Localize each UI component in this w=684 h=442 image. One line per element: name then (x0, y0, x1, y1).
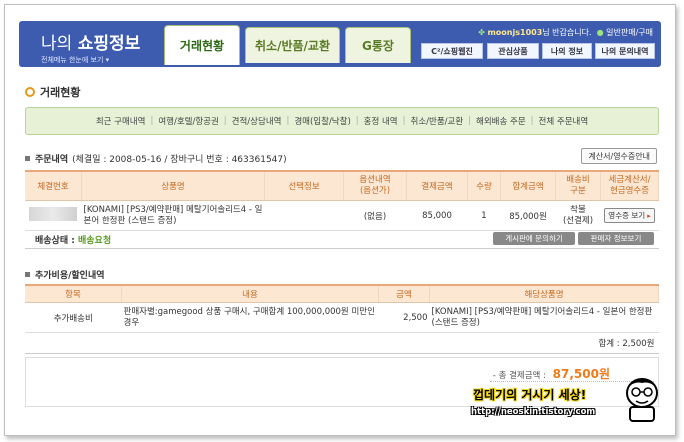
cat-all-orders[interactable]: 전체 주문내역 (539, 115, 589, 127)
member-grade: 일반판매/구매 (606, 28, 653, 37)
col-header: 세금계산서/ 현금영수증 (600, 170, 659, 201)
shipping-status-label: 배송상태 : (35, 236, 75, 246)
user-icon: ✤ (478, 28, 485, 37)
total-label: - 총 결제금액 : (492, 371, 546, 381)
col-header: 결제금액 (406, 170, 468, 201)
order-table: 체결번호 상품명 선택정보 옵션내역 (옵션가) 결제금액 수량 합계금액 배송… (25, 170, 659, 231)
option-value: (없음) (343, 200, 407, 231)
cat-travel[interactable]: 여행/호텔/항공권 (158, 115, 218, 127)
col-header: 상품명 (81, 170, 265, 201)
order-number-redacted (25, 200, 82, 231)
cat-auction[interactable]: 경매(입찰/낙찰) (294, 115, 350, 127)
col-header: 내용 (121, 284, 379, 303)
seller-info-button[interactable]: 판매자 정보보기 (578, 232, 654, 245)
section-title: 거래현황 (25, 84, 80, 100)
subnav-webzine[interactable]: C²/쇼핑웹진 (421, 43, 483, 59)
section-title-text: 거래현황 (40, 86, 81, 99)
extra-item: 추가배송비 (25, 302, 122, 333)
user-greeting: ✤ moonjs1003님 반갑습니다. ● 일반판매/구매 (478, 27, 653, 38)
order-meta: (체결일 : 2008-05-16 / 장바구니 번호 : 463361547) (72, 155, 287, 165)
receipt-cell: 영수증 보기 ▸ (600, 200, 659, 231)
cat-quote[interactable]: 견적/상담내역 (232, 115, 282, 127)
qty-value: 1 (467, 200, 501, 231)
shipping-status: 배송상태 : 배송요청 (35, 233, 111, 246)
price-value: 85,000 (406, 200, 468, 231)
view-receipt-label: 영수증 보기 (608, 211, 646, 220)
extra-title-text: 추가비용/할인내역 (35, 271, 105, 281)
product-name-link[interactable]: [KONAMI] [PS3/예약판매] 메탈기어솔리드4 - 일본어 한정판 (… (81, 200, 265, 231)
title-main: 쇼핑정보 (77, 34, 141, 54)
tab-transactions[interactable]: 거래현황 (164, 25, 240, 65)
tab-g-account[interactable]: G통장 (345, 27, 411, 63)
mascot-icon (626, 378, 658, 422)
extra-product[interactable]: [KONAMI] [PS3/예약판매] 메탈기어솔리드4 - 일본어 한정판 (… (429, 302, 659, 333)
category-bar: 최근 구매내역 | 여행/호텔/항공권 | 견적/상담내역 | 경매(입찰/낙찰) | … (25, 107, 659, 135)
col-header: 해당상품명 (429, 284, 659, 303)
tab-cancel-return[interactable]: 취소/반품/교환 (245, 27, 340, 63)
col-header: 항목 (25, 284, 122, 303)
col-header: 배송비 구분 (555, 170, 601, 201)
chevron-right-icon: ▸ (647, 211, 651, 220)
member-grade-icon: ● (596, 28, 604, 37)
extra-block-title: 추가비용/할인내역 (25, 268, 109, 281)
view-receipt-button[interactable]: 영수증 보기 ▸ (604, 208, 655, 223)
subnav-my-inquiries[interactable]: 나의 문의내역 (595, 43, 655, 59)
table-row: 추가배송비 판매자별:gamegood 상품 구매시, 구매합계 100,000… (25, 302, 659, 333)
extra-amount: 2,500 (378, 302, 430, 333)
title-prefix: 나의 (41, 34, 73, 54)
cat-overseas[interactable]: 해외배송 주문 (476, 115, 526, 127)
col-header: 옵션내역 (옵션가) (343, 170, 407, 201)
shipping-status-bar: 배송상태 : 배송요청 게시판에 문의하기 판매자 정보보기 (25, 230, 659, 249)
cat-haggle[interactable]: 홍정 내역 (364, 115, 398, 127)
order-title-text: 주문내역 (35, 155, 69, 165)
watermark-title: 껍데기의 거시기 세상! (473, 388, 587, 402)
cat-recent[interactable]: 최근 구매내역 (96, 115, 146, 127)
window-frame: 나의 쇼핑정보 전체메뉴 한눈에 보기 ▾ 거래현황 취소/반품/교환 G통장 … (4, 4, 676, 436)
all-menu-link[interactable]: 전체메뉴 한눈에 보기 ▾ (41, 55, 109, 65)
cat-cancel[interactable]: 취소/반품/교환 (411, 115, 464, 127)
extra-sum: 합계 : 2,500원 (25, 332, 659, 354)
extra-content: 판매자별:gamegood 상품 구매시, 구매합계 100,000,000원 … (121, 302, 379, 333)
col-header: 선택정보 (264, 170, 344, 201)
ask-board-button[interactable]: 게시판에 문의하기 (493, 232, 575, 245)
col-header: 체결번호 (25, 170, 82, 201)
total-payment: - 총 결제금액 : 87,500원 (493, 365, 610, 382)
select-info (264, 200, 344, 231)
shipping-type: 착불 (선결제) (555, 200, 601, 231)
subnav-my-info[interactable]: 나의 정보 (542, 43, 592, 59)
col-header: 합계금액 (500, 170, 556, 201)
total-amount: 87,500원 (552, 367, 610, 381)
square-bullet-icon (25, 272, 30, 277)
page-title: 나의 쇼핑정보 (41, 29, 140, 54)
extra-sum-row: 합계 : 2,500원 (25, 332, 659, 354)
col-header: 금액 (378, 284, 430, 303)
col-header: 수량 (467, 170, 501, 201)
user-id: moonjs1003 (487, 28, 543, 37)
square-bullet-icon (25, 156, 30, 161)
receipt-guide-button[interactable]: 계산서/영수증안내 (581, 148, 657, 164)
extra-header-row: 항목 내용 금액 해당상품명 (25, 284, 659, 303)
subnav-wishlist[interactable]: 관심상품 (487, 43, 539, 59)
table-row: [KONAMI] [PS3/예약판매] 메탈기어솔리드4 - 일본어 한정판 (… (25, 200, 659, 231)
order-header-row: 체결번호 상품명 선택정보 옵션내역 (옵션가) 결제금액 수량 합계금액 배송… (25, 170, 659, 201)
extra-table: 항목 내용 금액 해당상품명 추가배송비 판매자별:gamegood 상품 구매… (25, 284, 659, 354)
total-value: 85,000원 (500, 200, 556, 231)
order-block-title: 주문내역 (체결일 : 2008-05-16 / 장바구니 번호 : 46336… (25, 152, 287, 165)
greeting-text: 님 반갑습니다. (542, 28, 592, 37)
circle-bullet-icon (25, 87, 35, 97)
header-bar: 나의 쇼핑정보 전체메뉴 한눈에 보기 ▾ 거래현황 취소/반품/교환 G통장 … (19, 21, 661, 67)
watermark-url: http://neoskin.tistory.com (471, 407, 596, 417)
shipping-status-value: 배송요청 (78, 236, 112, 246)
